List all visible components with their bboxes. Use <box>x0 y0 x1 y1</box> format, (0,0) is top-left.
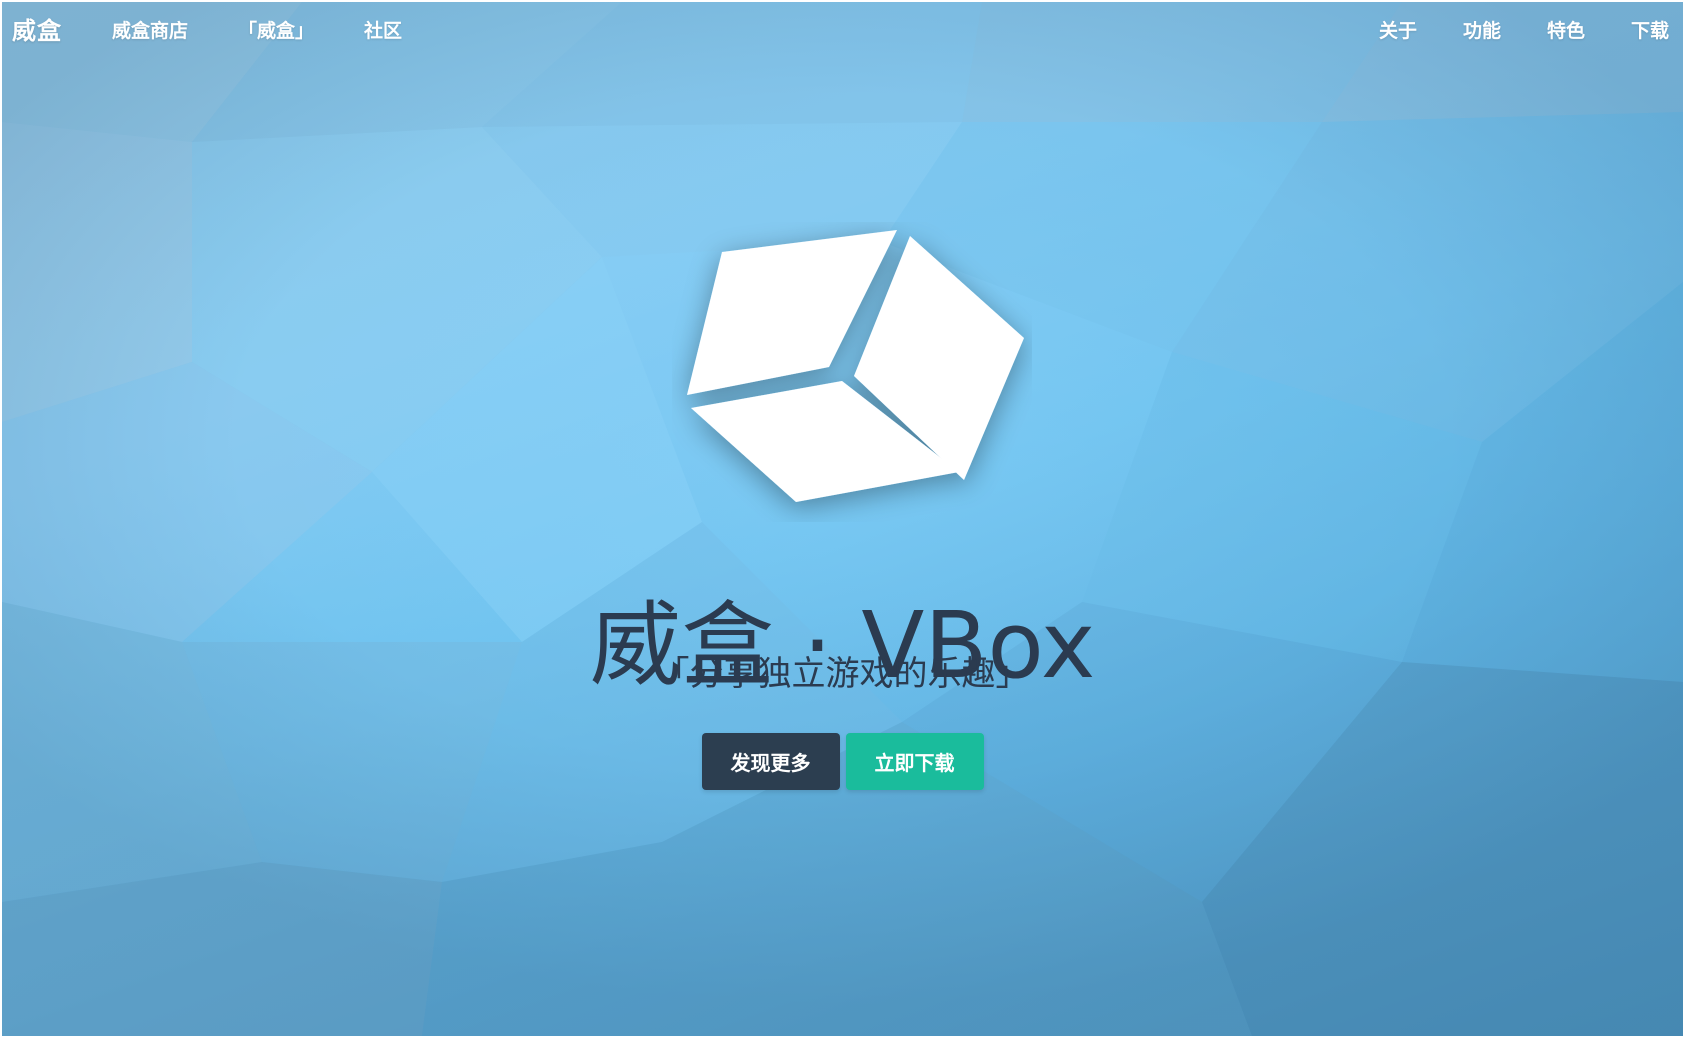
hero-subtitle: 「分享独立游戏的乐趣」 <box>655 654 1030 694</box>
nav-left-group: 威盒商店 「威盒」 社区 <box>112 16 452 43</box>
brand-logo-link[interactable]: 威盒 <box>12 11 62 46</box>
nav-link-store[interactable]: 威盒商店 <box>112 16 188 43</box>
nav-link-about[interactable]: 关于 <box>1379 16 1417 43</box>
nav-link-highlights[interactable]: 特色 <box>1547 16 1585 43</box>
landing-page: 威盒 威盒商店 「威盒」 社区 关于 功能 特色 下载 威盒 · VBox 「分… <box>2 2 1683 1036</box>
nav-link-vbox[interactable]: 「威盒」 <box>238 16 314 43</box>
nav-link-community[interactable]: 社区 <box>364 16 402 43</box>
discover-more-button[interactable]: 发现更多 <box>701 733 840 790</box>
nav-right-group: 关于 功能 特色 下载 <box>1333 16 1669 43</box>
white-cube-icon <box>687 230 1024 502</box>
hero-actions: 发现更多 立即下载 <box>2 733 1683 790</box>
nav-link-features[interactable]: 功能 <box>1463 16 1501 43</box>
download-now-button[interactable]: 立即下载 <box>845 733 984 790</box>
top-navigation: 威盒 威盒商店 「威盒」 社区 关于 功能 特色 下载 <box>2 2 1683 56</box>
nav-link-download[interactable]: 下载 <box>1631 16 1669 43</box>
